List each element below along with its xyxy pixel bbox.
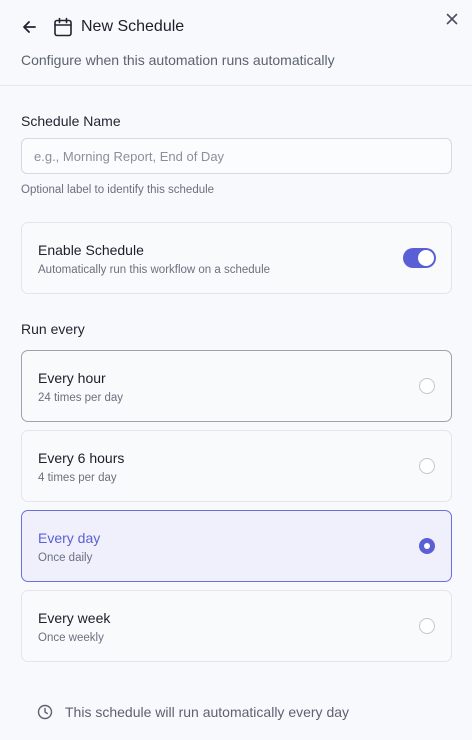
option-subtitle: Once weekly [38,632,104,644]
dialog-header: New Schedule Configure when this automat… [0,0,472,86]
option-title: Every day [38,530,101,546]
option-title: Every hour [38,370,106,386]
option-every-6-hours[interactable]: Every 6 hours 4 times per day [21,430,452,502]
option-radio[interactable] [419,618,435,634]
schedule-name-hint: Optional label to identify this schedule [21,184,215,196]
option-subtitle: 24 times per day [38,392,124,404]
toggle-knob [418,250,434,266]
option-radio[interactable] [419,378,435,394]
close-icon[interactable] [443,10,461,28]
option-radio[interactable] [419,458,435,474]
option-every-week[interactable]: Every week Once weekly [21,590,452,662]
schedule-name-input[interactable] [21,138,452,174]
page-title: New Schedule [81,18,185,35]
option-every-hour[interactable]: Every hour 24 times per day [21,350,452,422]
option-title: Every 6 hours [38,450,125,466]
enable-schedule-card: Enable Schedule Automatically run this w… [21,222,452,294]
page-subtitle: Configure when this automation runs auto… [21,52,335,68]
enable-schedule-description: Automatically run this workflow on a sch… [38,264,271,276]
schedule-summary: This schedule will run automatically eve… [65,704,350,720]
clock-icon [37,704,53,720]
run-every-label: Run every [21,321,85,337]
arrow-left-icon[interactable] [20,17,40,37]
enable-schedule-toggle[interactable] [403,248,436,268]
option-every-day[interactable]: Every day Once daily [21,510,452,582]
calendar-icon [54,17,72,37]
option-subtitle: 4 times per day [38,472,117,484]
option-title: Every week [38,610,111,626]
option-subtitle: Once daily [38,552,93,564]
enable-schedule-title: Enable Schedule [38,242,144,258]
option-radio[interactable] [419,538,435,554]
schedule-name-label: Schedule Name [21,113,121,129]
